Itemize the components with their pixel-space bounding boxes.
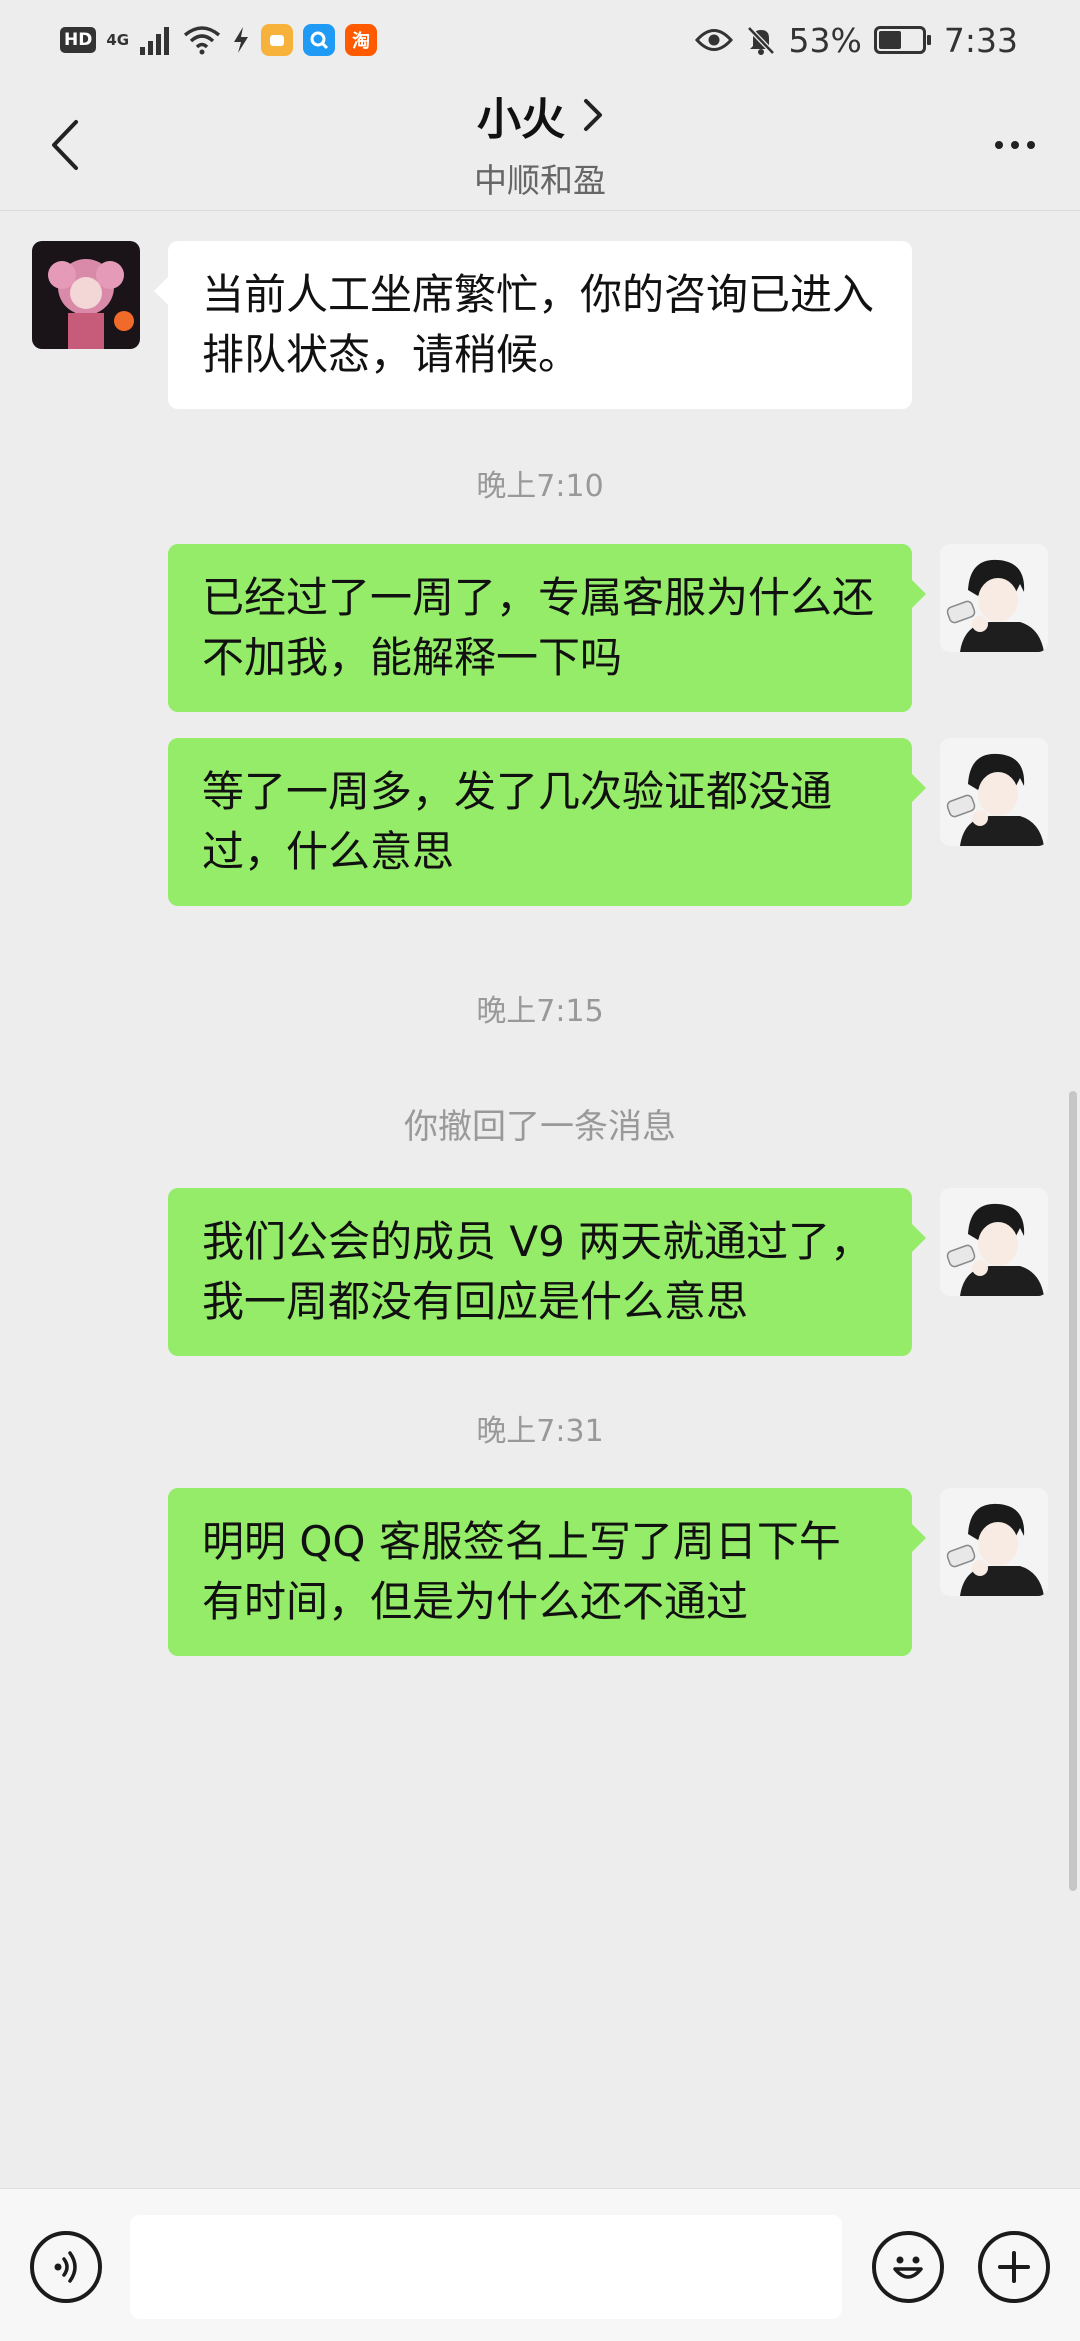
eye-icon [694,29,733,51]
chevron-right-icon [584,99,602,131]
more-dot [995,141,1003,149]
my-avatar[interactable] [940,738,1048,846]
message-list[interactable]: 当前人工坐席繁忙，你的咨询已进入排队状态，请稍候。 晚上7:10 已经过了一周了… [0,211,1080,2186]
more-options-button[interactable] [980,120,1050,170]
status-right: 53% 7:33 [694,20,1018,60]
smiley-icon [893,2256,923,2279]
battery-percent: 53% [788,20,862,60]
taobao-app-icon: 淘 [345,24,378,56]
hd-badge: HD [60,27,97,53]
system-message-recalled: 你撤回了一条消息 [404,1107,676,1147]
network-type: 4G [106,30,130,49]
voice-icon [54,2251,77,2283]
wifi-icon [183,26,221,55]
message-timestamp: 晚上7:10 [476,469,604,504]
my-avatar[interactable] [940,1488,1048,1596]
message-timestamp: 晚上7:31 [476,1414,604,1449]
more-dot [1027,141,1035,149]
message-bubble-outgoing[interactable]: 已经过了一周了，专属客服为什么还不加我，能解释一下吗 [168,544,926,712]
emoji-button[interactable] [872,2231,944,2303]
contact-avatar[interactable] [32,241,140,349]
battery-icon [873,26,931,54]
status-time: 7:33 [943,20,1018,60]
my-avatar[interactable] [940,1188,1048,1296]
chat-header: 小火 中顺和盈 [0,80,1080,211]
chat-scrollbar[interactable] [1069,1091,1077,1891]
message-input[interactable] [130,2215,842,2319]
message-timestamp: 晚上7:15 [476,994,604,1029]
chat-title: 小火 [477,94,565,145]
message-bubble-outgoing[interactable]: 明明 QQ 客服签名上写了周日下午有时间，但是为什么还不通过 [168,1488,926,1656]
status-left: HD 4G 淘 [60,20,378,60]
message-bubble-incoming[interactable]: 当前人工坐席繁忙，你的咨询已进入排队状态，请稍候。 [154,241,912,409]
message-bubble-outgoing[interactable]: 我们公会的成员 V9 两天就通过了，我一周都没有回应是什么意思 [168,1188,926,1356]
voice-input-button[interactable] [30,2231,102,2303]
signal-icon [140,27,170,55]
mute-bell-icon [746,26,775,55]
status-bar: HD 4G 淘 53% 7:33 [0,0,1080,80]
search-app-icon [303,24,336,56]
app-notification-icon [261,24,294,56]
more-dot [1011,141,1019,149]
plus-icon [998,2251,1030,2283]
input-bar [0,2188,1080,2341]
my-avatar[interactable] [940,544,1048,652]
more-functions-button[interactable] [978,2231,1050,2303]
chat-title-area[interactable]: 小火 中顺和盈 [0,84,1080,202]
flash-charge-icon [234,27,249,53]
message-bubble-outgoing[interactable]: 等了一周多，发了几次验证都没通过，什么意思 [168,738,926,906]
taobao-icon-label: 淘 [352,31,371,52]
battery-fill [878,31,901,49]
chat-subtitle: 中顺和盈 [474,161,606,200]
